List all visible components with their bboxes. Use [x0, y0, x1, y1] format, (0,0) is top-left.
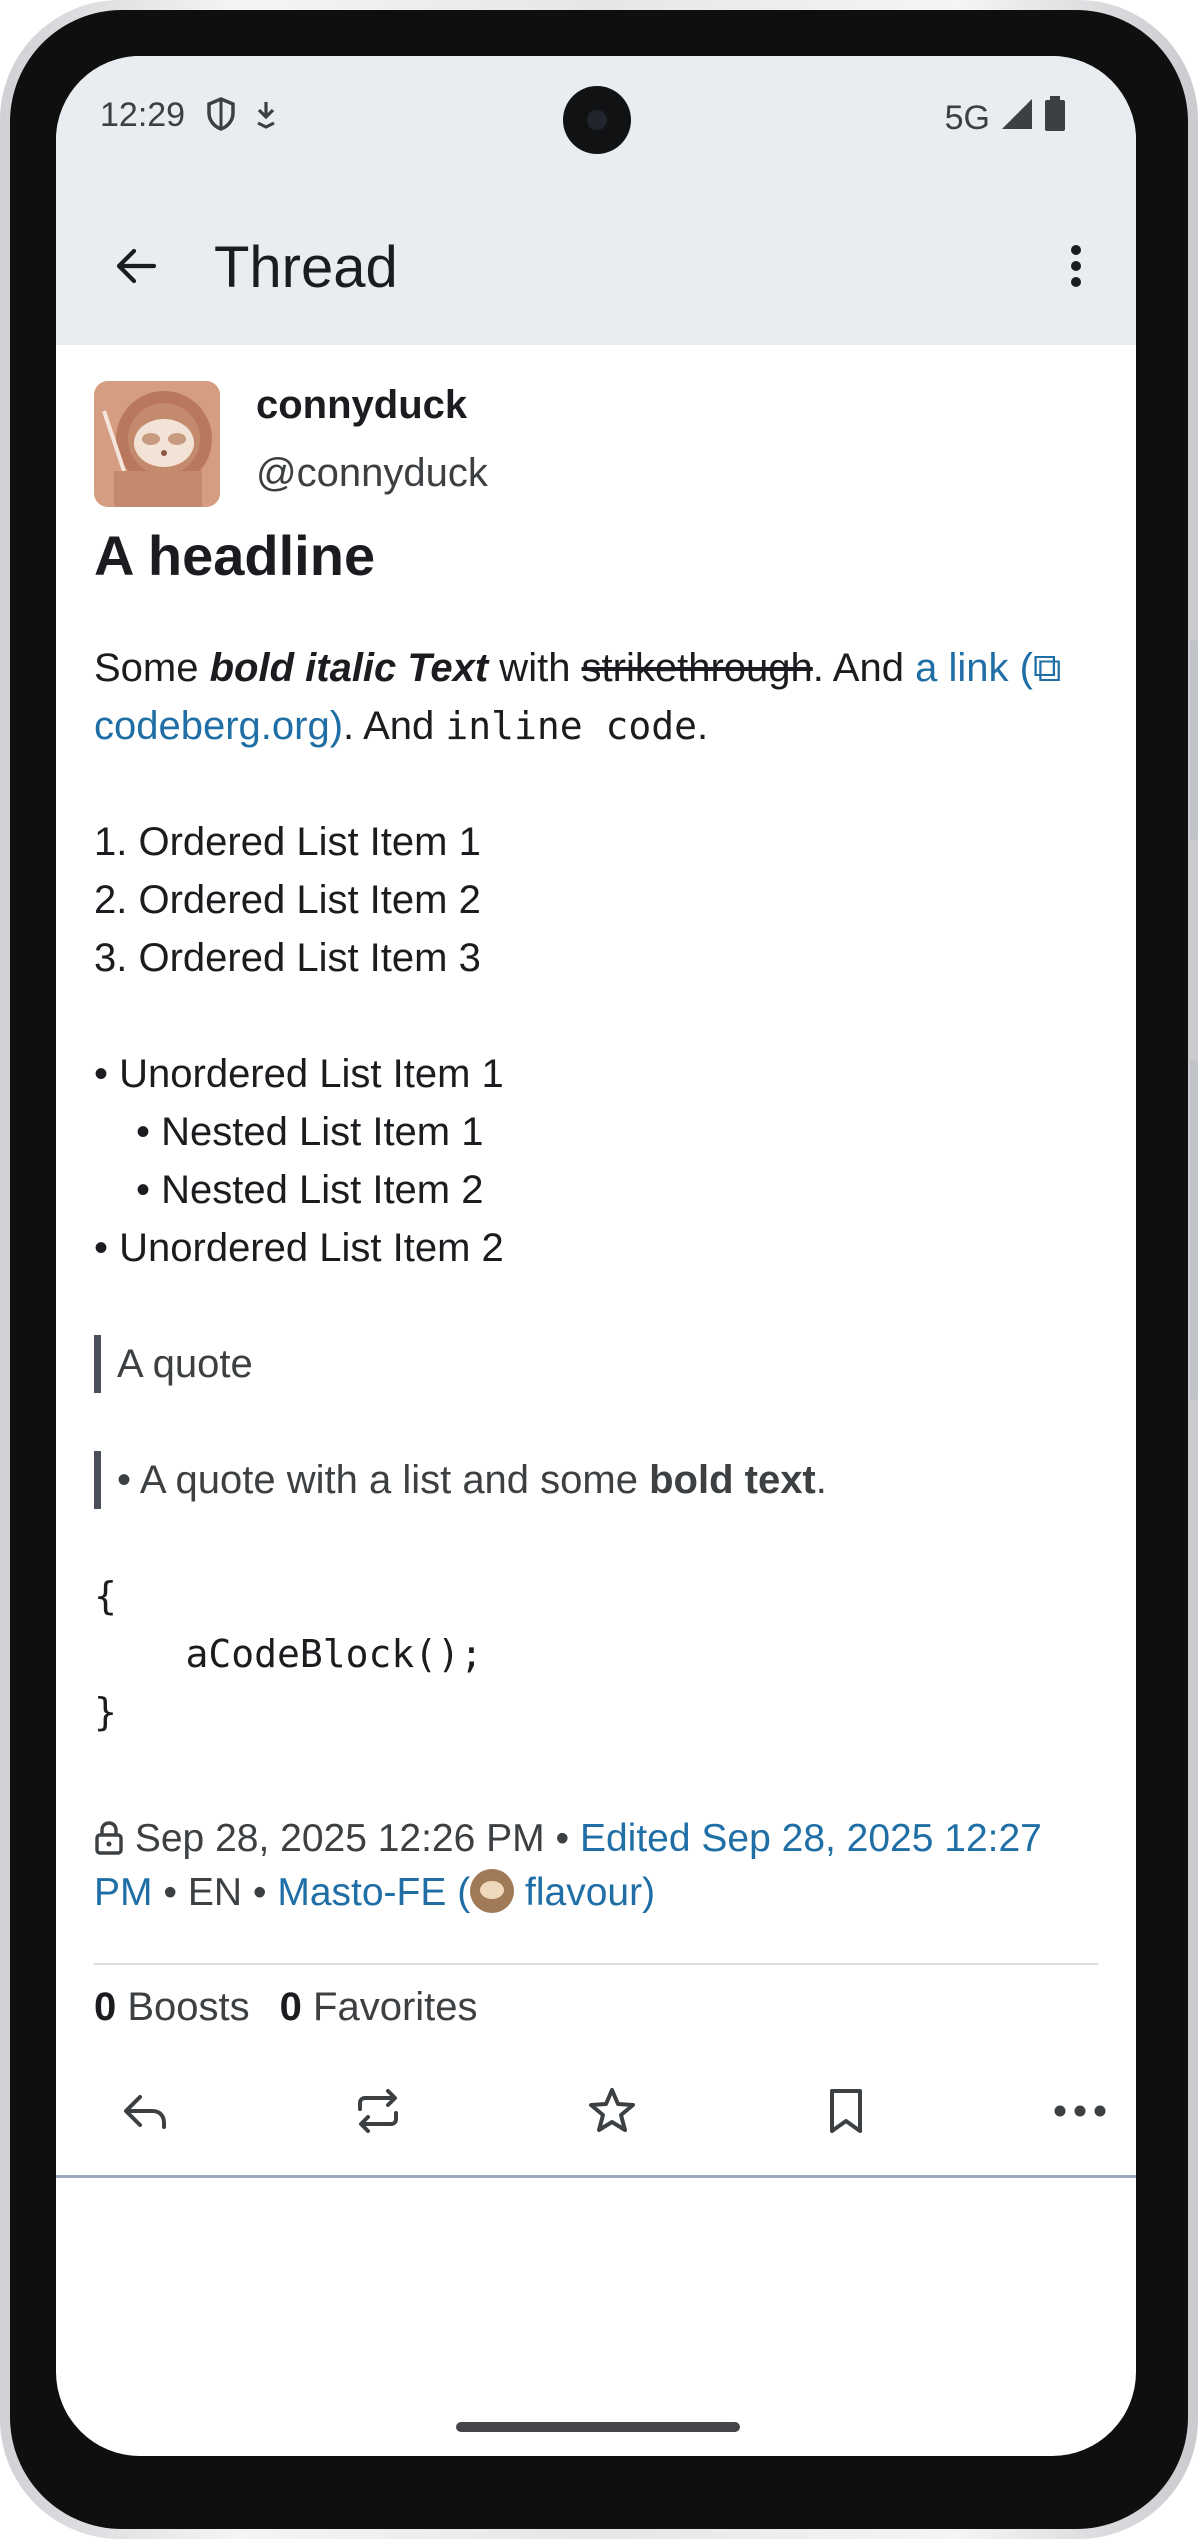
content-link[interactable]: a link [915, 646, 1008, 690]
post-headline: A headline [94, 524, 376, 587]
status-icons-right: 5G [945, 96, 1066, 141]
signal-icon [1000, 97, 1034, 140]
language-separator: • EN • [152, 1871, 278, 1914]
reply-icon [118, 2085, 170, 2142]
lock-icon [94, 1817, 135, 1860]
separator: • [544, 1817, 580, 1860]
more-options-button[interactable] [1036, 228, 1116, 308]
top-bar: 12:29 5G Thread [56, 56, 1136, 345]
bookmark-icon [820, 2085, 872, 2142]
code-line: } [94, 1690, 117, 1734]
post-bottom-divider [56, 2175, 1136, 2178]
boosts-count[interactable]: 0 Boosts [94, 1985, 250, 2030]
network-label: 5G [944, 99, 990, 137]
strikethrough-text: strikethrough [581, 646, 813, 690]
action-bar [56, 2065, 1136, 2165]
list-item: 2. Ordered List Item 2 [94, 878, 481, 922]
username[interactable]: @connyduck [256, 451, 488, 496]
formatted-paragraph: Some bold italic Text with strikethrough… [94, 639, 1104, 755]
phone-frame: 12:29 5G Thread connyduck @connyduck A h… [0, 0, 1198, 2539]
volume-button [1190, 640, 1198, 840]
avatar[interactable] [94, 381, 220, 507]
favorite-icon [586, 2085, 638, 2142]
download-icon [254, 99, 278, 134]
favorite-button[interactable] [564, 2065, 660, 2161]
code-line: aCodeBlock(); [94, 1632, 483, 1676]
home-indicator[interactable] [456, 2422, 740, 2432]
text: . [697, 704, 709, 748]
arrow-back-icon [112, 242, 160, 295]
boosts-number: 0 [94, 1985, 117, 2029]
blockquote-list: • A quote with a list and some bold text… [94, 1451, 1104, 1509]
blockquote: A quote [94, 1335, 1104, 1393]
screen: 12:29 5G Thread connyduck @connyduck A h… [56, 56, 1136, 2456]
shield-icon [206, 97, 236, 136]
sloth-emoji-icon [470, 1869, 515, 1913]
quote-bold-text: bold text [649, 1458, 816, 1502]
favorites-label: Favorites [313, 1985, 478, 2029]
text: . And [343, 704, 446, 748]
post-metadata: Sep 28, 2025 12:26 PM • Edited Sep 28, 2… [94, 1812, 1104, 1920]
client-flavour: flavour) [514, 1871, 656, 1914]
back-button[interactable] [96, 228, 176, 308]
bold-italic-text: bold italic [209, 646, 397, 690]
list-item: 3. Ordered List Item 3 [94, 936, 481, 980]
quote-text: • A quote with a list and some [117, 1458, 650, 1502]
code-block: { aCodeBlock();} [94, 1567, 1104, 1741]
text: Some [94, 646, 210, 690]
nested-list-item: • Nested List Item 2 [136, 1168, 484, 1212]
unordered-list: • Unordered List Item 1 • Nested List It… [94, 1045, 1104, 1277]
boosts-label: Boosts [127, 1985, 250, 2029]
code-line: { [94, 1574, 117, 1618]
text: . And [812, 646, 916, 690]
client-link[interactable]: Masto-FE ( flavour) [277, 1869, 656, 1914]
post-date: Sep 28, 2025 12:26 PM [134, 1817, 545, 1860]
display-name[interactable]: connyduck [256, 383, 467, 428]
post-content: A headline Some bold italic Text with st… [94, 521, 1104, 1741]
italic-bold-text: Text [407, 646, 489, 690]
list-item: 1. Ordered List Item 1 [94, 820, 481, 864]
client-name: Masto-FE ( [277, 1871, 471, 1914]
post-counts: 0 Boosts 0 Favorites [94, 1985, 478, 2030]
quote-text: . [815, 1458, 827, 1502]
boost-button[interactable] [330, 2065, 426, 2161]
inline-code: inline code [445, 704, 698, 748]
bookmark-button[interactable] [798, 2065, 894, 2161]
favorites-count[interactable]: 0 Favorites [280, 1985, 478, 2030]
boost-icon [352, 2085, 404, 2142]
power-button [1190, 1060, 1198, 1400]
battery-icon [1044, 96, 1066, 141]
status-time: 12:29 [100, 96, 186, 134]
list-item: • Unordered List Item 1 [94, 1052, 504, 1096]
divider [94, 1963, 1098, 1965]
front-camera [563, 86, 631, 154]
more-actions-button[interactable] [1032, 2065, 1128, 2161]
list-item: • Unordered List Item 2 [94, 1226, 504, 1270]
quote-text: A quote [117, 1342, 253, 1386]
text: with [488, 646, 582, 690]
page-title: Thread [214, 235, 398, 300]
reply-button[interactable] [96, 2065, 192, 2161]
more-horiz-icon [1052, 2101, 1108, 2126]
ordered-list: 1. Ordered List Item 1 2. Ordered List I… [94, 813, 1104, 987]
more-vert-icon [1068, 242, 1084, 295]
nested-list-item: • Nested List Item 1 [136, 1110, 484, 1154]
text [396, 646, 407, 690]
status-icons-left [206, 97, 278, 136]
favorites-number: 0 [279, 1985, 302, 2029]
